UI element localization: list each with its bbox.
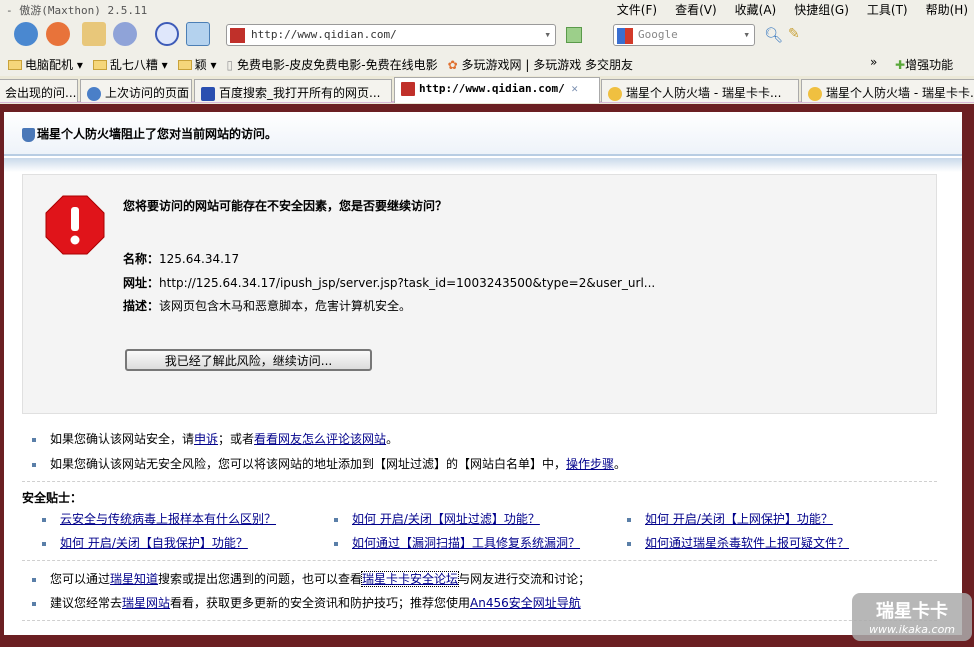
tip-item: 如何 开启/关闭【上网保护】功能？ xyxy=(627,510,833,527)
menu-favorites[interactable]: 收藏(A) xyxy=(735,1,777,18)
divider xyxy=(22,620,937,621)
tip-link[interactable]: 如何通过【漏洞扫描】工具修复系统漏洞？ xyxy=(352,536,580,550)
go-icon[interactable] xyxy=(566,27,582,43)
bookmark-folder[interactable]: 颖 ▾ xyxy=(177,56,217,73)
page-content: 瑞星个人防火墙阻止了您对当前网站的访问。 您将要访问的网站可能存在不安全因素，您… xyxy=(0,104,974,647)
list-item: 如果您确认该网站无安全风险，您可以将该网站的地址添加到【网址过滤】的【网站白名单… xyxy=(32,455,626,472)
search-placeholder: Google xyxy=(638,28,678,41)
list-item: 如果您确认该网站安全，请申诉；或者看看网友怎么评论该网站。 xyxy=(32,430,398,447)
bookmark-link[interactable]: ✿ 多玩游戏网 | 多玩游戏 多交朋友 xyxy=(448,56,633,73)
tab[interactable]: 上次访问的页面 xyxy=(80,79,192,102)
forum-link[interactable]: 瑞星卡卡安全论坛 xyxy=(361,571,460,587)
rising-zhidao-link[interactable]: 瑞星知道 xyxy=(110,572,158,586)
tip-link[interactable]: 如何 开启/关闭【网址过滤】功能？ xyxy=(352,512,540,526)
address-bar[interactable]: http://www.qidian.com/ ▾ xyxy=(226,24,556,46)
history-icon[interactable] xyxy=(155,22,179,46)
site-name-row: 名称：125.64.34.17 xyxy=(123,252,240,266)
warning-octagon-icon xyxy=(45,195,105,255)
bookmark-link[interactable]: ▯ 免费电影-皮皮免费电影-免费在线电影 xyxy=(227,56,438,73)
menu-help[interactable]: 帮助(H) xyxy=(926,1,968,18)
more-bookmarks-button[interactable]: » xyxy=(870,55,877,69)
watermark-url: www.ikaka.com xyxy=(868,623,956,636)
warning-question: 您将要访问的网站可能存在不安全因素，您是否要继续访问？ xyxy=(123,199,448,213)
chevron-down-icon[interactable]: ▾ xyxy=(544,28,551,41)
folder-icon xyxy=(92,60,107,70)
search-icon[interactable]: 🔍︎ xyxy=(764,26,783,44)
reviews-link[interactable]: 看看网友怎么评论该网站 xyxy=(254,432,386,446)
ikaka-watermark: 瑞星卡卡 www.ikaka.com xyxy=(852,593,972,641)
enhance-button[interactable]: ✚增强功能 xyxy=(895,56,953,73)
menu-tools[interactable]: 工具(T) xyxy=(867,1,908,18)
tip-link[interactable]: 云安全与传统病毒上报样本有什么区别？ xyxy=(60,512,276,526)
warning-panel: 瑞星个人防火墙阻止了您对当前网站的访问。 您将要访问的网站可能存在不安全因素，您… xyxy=(4,112,962,635)
search-input[interactable]: Google ▾ xyxy=(613,24,755,46)
menu-groups[interactable]: 快捷组(G) xyxy=(794,1,849,18)
appeal-link[interactable]: 申诉 xyxy=(194,432,218,446)
history-icon xyxy=(87,86,101,101)
plus-icon: ✚ xyxy=(895,58,906,72)
home-icon[interactable] xyxy=(82,22,106,46)
menu-bar: 文件(F) 查看(V) 收藏(A) 快捷组(G) 工具(T) 帮助(H) xyxy=(617,0,974,18)
tab[interactable]: 会出现的问... xyxy=(0,79,78,102)
list-item: 建议您经常去瑞星网站看看，获取更多更新的安全资讯和防护技巧；推荐您使用An456… xyxy=(32,594,581,611)
address-text: http://www.qidian.com/ xyxy=(251,28,397,41)
chevron-down-icon[interactable]: ▾ xyxy=(743,28,750,41)
divider xyxy=(22,481,937,482)
google-icon xyxy=(617,28,633,44)
continue-button[interactable]: 我已经了解此风险，继续访问... xyxy=(125,349,372,371)
shield-icon xyxy=(22,127,35,142)
tab-active[interactable]: http://www.qidian.com/ ✕ xyxy=(394,77,600,103)
tip-item: 如何通过【漏洞扫描】工具修复系统漏洞？ xyxy=(334,534,580,551)
highlight-icon[interactable]: ✎ xyxy=(788,26,800,42)
menu-view[interactable]: 查看(V) xyxy=(675,1,717,18)
page-header: 瑞星个人防火墙阻止了您对当前网站的访问。 xyxy=(4,112,962,156)
tip-item: 如何 开启/关闭【网址过滤】功能？ xyxy=(334,510,540,527)
site-url-row: 网址：http://125.64.34.17/ipush_jsp/server.… xyxy=(123,276,656,290)
toolbar: http://www.qidian.com/ ▾ Google ▾ 🔍︎ ✎ xyxy=(0,18,974,52)
watermark-brand: 瑞星卡卡 xyxy=(876,601,948,622)
site-favicon xyxy=(401,82,415,96)
tip-item: 如何 开启/关闭【自我保护】功能？ xyxy=(42,534,248,551)
tip-link[interactable]: 如何 开启/关闭【自我保护】功能？ xyxy=(60,536,248,550)
rising-icon xyxy=(608,86,622,101)
tab[interactable]: 瑞星个人防火墙 - 瑞星卡卡... xyxy=(801,79,974,102)
divider xyxy=(22,560,937,561)
tip-link[interactable]: 如何通过瑞星杀毒软件上报可疑文件？ xyxy=(645,536,849,550)
undo-icon[interactable] xyxy=(113,22,137,46)
header-shadow xyxy=(4,158,962,172)
bookmarks-bar: 电脑配机 ▾ 乱七八糟 ▾ 颖 ▾ ▯ 免费电影-皮皮免费电影-免费在线电影 ✿… xyxy=(0,52,974,76)
tab[interactable]: 百度搜索_我打开所有的网页... xyxy=(194,79,392,102)
site-favicon xyxy=(230,28,245,43)
list-item: 您可以通过瑞星知道搜索或提出您遇到的问题，也可以查看瑞星卡卡安全论坛与网友进行交… xyxy=(32,570,590,587)
rising-site-link[interactable]: 瑞星网站 xyxy=(122,596,170,610)
folder-icon xyxy=(177,60,192,70)
page-icon: ▯ xyxy=(226,57,234,72)
duowan-icon: ✿ xyxy=(447,57,458,72)
an456-link[interactable]: An456安全网址导航 xyxy=(470,596,581,610)
folder-icon xyxy=(8,60,22,70)
stop-icon[interactable] xyxy=(46,22,70,46)
tab[interactable]: 瑞星个人防火墙 - 瑞星卡卡... xyxy=(601,79,799,102)
tips-title: 安全贴士： xyxy=(22,491,83,505)
bookmark-folder[interactable]: 电脑配机 ▾ xyxy=(8,56,83,73)
refresh-icon[interactable] xyxy=(14,22,38,46)
steps-link[interactable]: 操作步骤 xyxy=(566,457,614,471)
page-title: 瑞星个人防火墙阻止了您对当前网站的访问。 xyxy=(22,125,277,142)
bookmark-folder[interactable]: 乱七八糟 ▾ xyxy=(92,56,168,73)
tip-item: 云安全与传统病毒上报样本有什么区别？ xyxy=(42,510,276,527)
warning-box: 您将要访问的网站可能存在不安全因素，您是否要继续访问？ 名称：125.64.34… xyxy=(22,174,937,414)
window-icon[interactable] xyxy=(186,22,210,46)
rising-icon xyxy=(808,86,822,101)
close-tab-icon[interactable]: ✕ xyxy=(571,82,578,95)
baidu-paw-icon xyxy=(201,86,215,101)
menu-file[interactable]: 文件(F) xyxy=(617,1,657,18)
site-desc-row: 描述：该网页包含木马和恶意脚本，危害计算机安全。 xyxy=(123,299,412,313)
tip-item: 如何通过瑞星杀毒软件上报可疑文件？ xyxy=(627,534,849,551)
tip-link[interactable]: 如何 开启/关闭【上网保护】功能？ xyxy=(645,512,833,526)
tab-bar: 会出现的问... 上次访问的页面 百度搜索_我打开所有的网页... http:/… xyxy=(0,77,974,103)
